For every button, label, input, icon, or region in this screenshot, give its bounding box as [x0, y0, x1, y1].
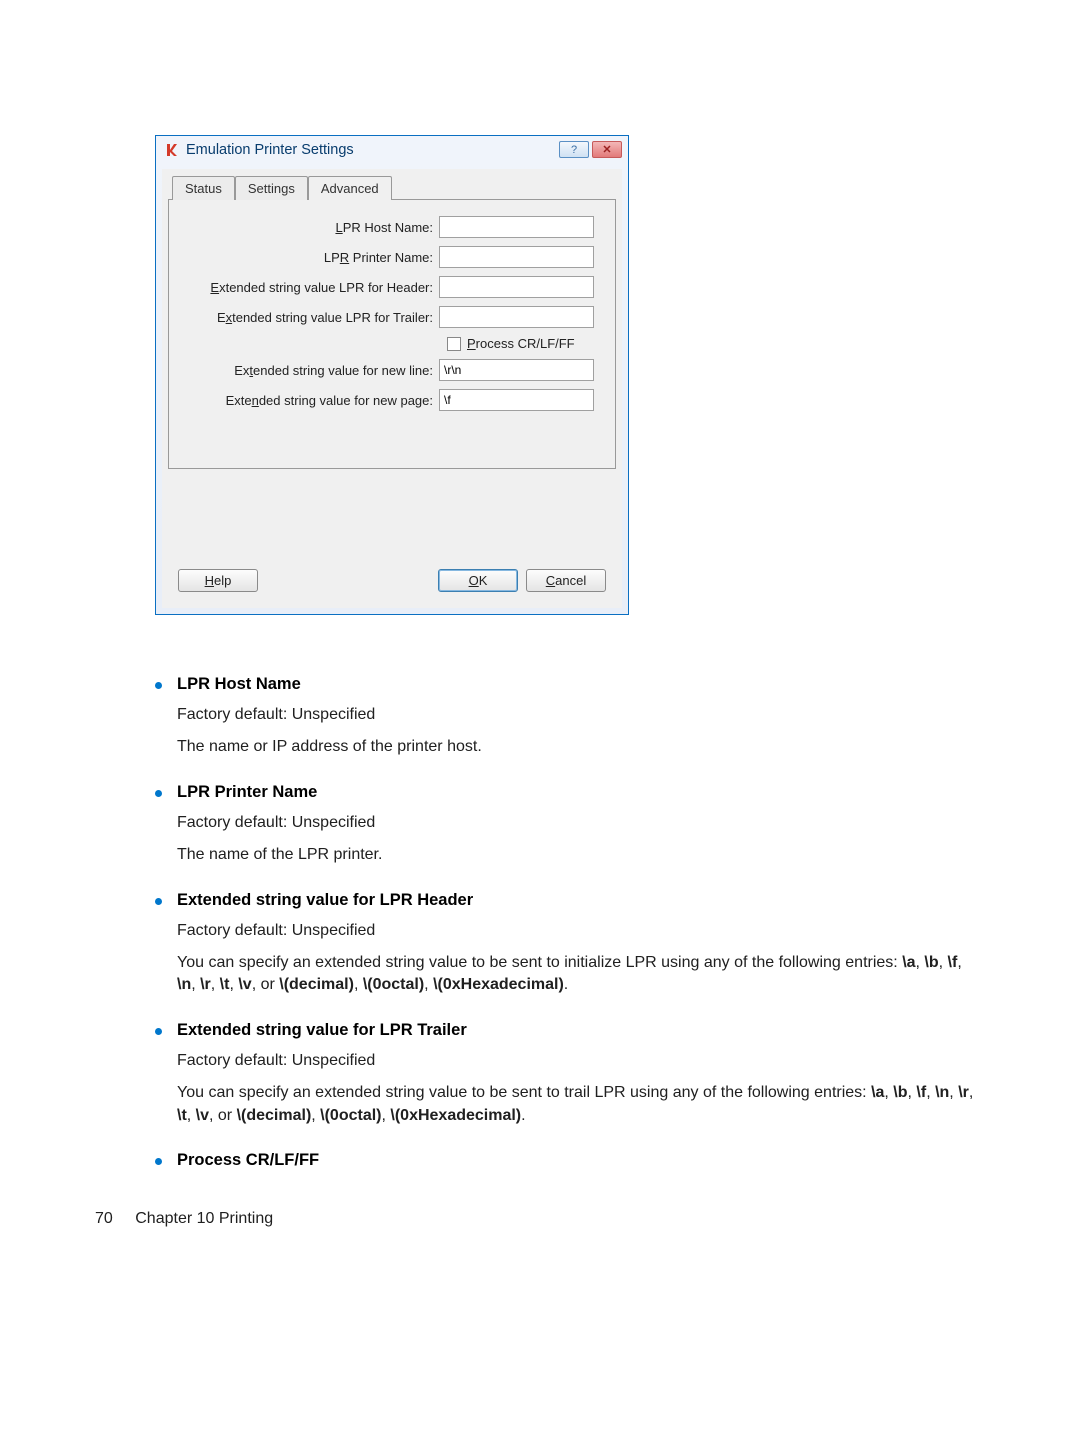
- item-paragraph: The name or IP address of the printer ho…: [177, 736, 980, 758]
- lpr-printer-name-label: LPR Printer Name:: [179, 250, 439, 265]
- item-paragraph: The name of the LPR printer.: [177, 844, 980, 866]
- lpr-host-name-label: LPR Host Name:: [179, 220, 439, 235]
- item-paragraph: Factory default: Unspecified: [177, 1050, 980, 1072]
- item-title: Extended string value for LPR Trailer: [177, 1021, 980, 1040]
- bullet-icon: [155, 898, 162, 905]
- lpr-header-label: Extended string value LPR for Header:: [179, 280, 439, 295]
- dialog-body: Status Settings Advanced LPR Host Name: …: [162, 169, 622, 608]
- tab-advanced[interactable]: Advanced: [308, 176, 392, 200]
- bullet-icon: [155, 790, 162, 797]
- chapter-label: Chapter 10 Printing: [135, 1210, 273, 1227]
- new-page-input[interactable]: [439, 389, 594, 411]
- dialog-title: Emulation Printer Settings: [186, 142, 559, 158]
- list-item: LPR Printer Name Factory default: Unspec…: [155, 783, 980, 867]
- bullet-icon: [155, 682, 162, 689]
- help-titlebar-button[interactable]: ?: [559, 141, 589, 158]
- dialog-window: Emulation Printer Settings ? ✕ Status Se…: [155, 135, 629, 615]
- list-item: Extended string value for LPR Trailer Fa…: [155, 1021, 980, 1127]
- lpr-trailer-label: Extended string value LPR for Trailer:: [179, 310, 439, 325]
- item-title: LPR Printer Name: [177, 783, 980, 802]
- item-paragraph-rich: You can specify an extended string value…: [177, 952, 980, 997]
- tab-settings[interactable]: Settings: [235, 176, 308, 200]
- page-footer: 70 Chapter 10 Printing: [95, 1210, 980, 1228]
- bullet-icon: [155, 1028, 162, 1035]
- lpr-trailer-input[interactable]: [439, 306, 594, 328]
- dialog-button-bar: Help OK Cancel: [168, 469, 616, 598]
- item-title: Extended string value for LPR Header: [177, 891, 980, 910]
- doc-list: LPR Host Name Factory default: Unspecifi…: [155, 675, 980, 1170]
- item-title: Process CR/LF/FF: [177, 1151, 980, 1170]
- item-paragraph: Factory default: Unspecified: [177, 812, 980, 834]
- bullet-icon: [155, 1158, 162, 1165]
- item-paragraph: Factory default: Unspecified: [177, 704, 980, 726]
- lpr-host-name-input[interactable]: [439, 216, 594, 238]
- title-bar: Emulation Printer Settings ? ✕: [156, 136, 628, 163]
- close-button[interactable]: ✕: [592, 141, 622, 158]
- list-item: Extended string value for LPR Header Fac…: [155, 891, 980, 997]
- app-icon: [164, 142, 180, 158]
- tab-status[interactable]: Status: [172, 176, 235, 200]
- ok-button[interactable]: OK: [438, 569, 518, 592]
- new-line-label: Extended string value for new line:: [179, 363, 439, 378]
- list-item: LPR Host Name Factory default: Unspecifi…: [155, 675, 980, 759]
- tab-pane-advanced: LPR Host Name: LPR Printer Name: Extende…: [168, 199, 616, 469]
- list-item: Process CR/LF/FF: [155, 1151, 980, 1170]
- cancel-button[interactable]: Cancel: [526, 569, 606, 592]
- new-line-input[interactable]: [439, 359, 594, 381]
- page-number: 70: [95, 1210, 113, 1227]
- item-paragraph: Factory default: Unspecified: [177, 920, 980, 942]
- item-paragraph-rich: You can specify an extended string value…: [177, 1082, 980, 1127]
- help-button[interactable]: Help: [178, 569, 258, 592]
- tab-strip: Status Settings Advanced: [172, 175, 616, 199]
- lpr-printer-name-input[interactable]: [439, 246, 594, 268]
- lpr-header-input[interactable]: [439, 276, 594, 298]
- item-title: LPR Host Name: [177, 675, 980, 694]
- process-crlfff-checkbox[interactable]: [447, 337, 461, 351]
- process-crlfff-label: Process CR/LF/FF: [467, 336, 575, 351]
- new-page-label: Extended string value for new page:: [179, 393, 439, 408]
